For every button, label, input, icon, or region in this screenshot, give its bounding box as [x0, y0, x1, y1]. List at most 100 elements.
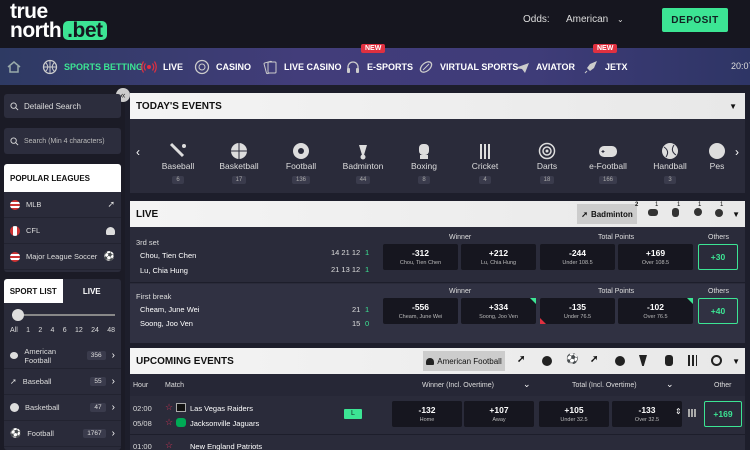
favorite-star-icon[interactable]: ☆ [165, 417, 173, 428]
odds-button[interactable]: +169 Over 108.5 [618, 244, 693, 270]
upcoming-sport-chip[interactable]: American Football [423, 351, 505, 371]
odds-button[interactable]: -135 Under 76.5 [540, 298, 615, 324]
slider-handle[interactable] [12, 309, 24, 321]
hockey-icon[interactable]: ➚ [590, 354, 598, 365]
live-stream-badge[interactable]: L [344, 409, 362, 419]
live-match-row[interactable]: First break Cheam, June Wei Soong, Joo V… [130, 284, 745, 343]
sport-tile[interactable]: e-Football 166 [578, 133, 638, 184]
darts-icon[interactable] [711, 355, 722, 366]
sport-tile[interactable]: Football 136 [271, 133, 331, 184]
sport-list-item[interactable]: American Football 356 › [4, 343, 121, 369]
hour-label[interactable]: 12 [75, 327, 83, 339]
sport-tile[interactable]: Darts 18 [517, 133, 577, 184]
pes-icon [702, 133, 732, 161]
hour-label[interactable]: 1 [26, 327, 30, 339]
sport-count: 1 [698, 202, 702, 208]
football-icon[interactable]: ⚽ [566, 354, 578, 365]
boxing-glove-icon[interactable] [665, 355, 673, 366]
nav-virtual-sports[interactable]: VIRTUAL SPORTS [418, 48, 518, 85]
chevron-down-icon[interactable]: ⌄ [523, 379, 531, 390]
league-item[interactable]: MLB ➚ [4, 192, 121, 218]
odds-button[interactable]: -312 Chou, Tien Chen [383, 244, 458, 270]
nav-jetx[interactable]: JETX NEW [583, 44, 628, 85]
nav-live-casino[interactable]: LIVE CASINO [262, 48, 342, 85]
carousel-prev-icon[interactable]: ‹ [136, 145, 140, 159]
deposit-button[interactable]: DEPOSIT [662, 8, 728, 32]
league-item[interactable]: CFL [4, 218, 121, 244]
cricket-icon[interactable] [688, 355, 697, 366]
odds-up-indicator [687, 298, 693, 304]
line-switch-icon[interactable]: ⇕ [675, 407, 682, 416]
baseball-bat-icon[interactable]: ➚ [517, 354, 525, 365]
odds-button[interactable]: +105 Under 32.5 [539, 401, 609, 427]
upcoming-match-row[interactable]: 02:00 05/08 ☆ ☆ Las Vegas Raiders Jackso… [130, 397, 745, 433]
search-input[interactable]: Search (Min 4 characters) [4, 128, 121, 154]
sport-tile[interactable]: Handball 3 [640, 133, 700, 184]
market-select[interactable]: Total (Incl. Overtime) [572, 382, 637, 389]
current-points: 1 [365, 265, 370, 274]
hour-label[interactable]: 2 [38, 327, 42, 339]
nav-label: VIRTUAL SPORTS [440, 61, 519, 72]
basketball-icon[interactable] [542, 356, 552, 366]
odds-button[interactable]: -102 Over 76.5 [618, 298, 693, 324]
hour-label[interactable]: 48 [107, 327, 115, 339]
nav-e-sports[interactable]: E-SPORTS NEW [345, 44, 413, 85]
hour-label[interactable]: 24 [91, 327, 99, 339]
league-item[interactable]: Major League Soccer ⚽ [4, 244, 121, 270]
odds-button[interactable]: +107 Away [464, 401, 534, 427]
odds-button[interactable]: -244 Under 108.5 [540, 244, 615, 270]
detailed-search-button[interactable]: Detailed Search [4, 94, 121, 118]
boxing-glove-icon[interactable] [672, 208, 679, 217]
sport-tile[interactable]: Badminton 44 [333, 133, 393, 184]
favorite-star-icon[interactable]: ☆ [165, 402, 173, 413]
odds-button[interactable]: -133 Over 32.5 [612, 401, 682, 427]
hour-label[interactable]: 4 [51, 327, 55, 339]
collapse-section-icon[interactable]: ▼ [729, 102, 737, 111]
live-sport-chip[interactable]: ➚ Badminton [577, 204, 637, 224]
sport-tile[interactable]: Baseball 6 [148, 133, 208, 184]
collapse-section-icon[interactable]: ▼ [732, 357, 740, 366]
tab-live[interactable]: LIVE [62, 279, 121, 303]
more-markets-button[interactable]: +169 [704, 401, 742, 427]
volleyball-icon[interactable] [715, 209, 723, 217]
sport-tile[interactable]: Basketball 17 [209, 133, 269, 184]
sport-list-item[interactable]: Basketball 47 › [4, 395, 121, 421]
sport-tile[interactable]: Boxing 8 [394, 133, 454, 184]
gamepad-icon[interactable] [648, 209, 658, 216]
table-tennis-icon[interactable] [694, 208, 702, 216]
sport-name: Handball [653, 161, 687, 171]
site-logo[interactable]: true north .bet [10, 1, 107, 41]
hour-label[interactable]: 6 [63, 327, 67, 339]
odds-button[interactable]: +334 Soong, Joo Ven [461, 298, 536, 324]
statistics-icon[interactable] [688, 409, 696, 417]
nav-live[interactable]: LIVE [141, 48, 183, 85]
upcoming-match-row[interactable]: 01:00 ☆ New England Patriots [130, 434, 745, 450]
hours-slider[interactable] [4, 303, 121, 327]
odds-button[interactable]: +212 Lu, Chia Hung [461, 244, 536, 270]
nav-sports-betting[interactable]: SPORTS BETTING [42, 48, 143, 85]
odds-button[interactable]: -132 Home [392, 401, 462, 427]
nav-casino[interactable]: CASINO [194, 48, 251, 85]
live-match-row[interactable]: 3rd set Chou, Tien Chen Lu, Chia Hung 14… [130, 227, 745, 283]
more-markets-button[interactable]: +40 [698, 298, 738, 324]
carousel-next-icon[interactable]: › [735, 145, 739, 159]
odds-value: -244 [568, 248, 586, 258]
odds-format-select[interactable]: American ⌄ [566, 14, 624, 25]
sport-list-item[interactable]: ➚ Baseball 55 › [4, 369, 121, 395]
nav-aviator[interactable]: AVIATOR [514, 48, 575, 85]
sport-list-item[interactable]: ⚽ Football 1767 › [4, 421, 121, 447]
chevron-down-icon[interactable]: ⌄ [666, 379, 674, 390]
sport-tile[interactable]: Pes [702, 133, 732, 171]
tab-sport-list[interactable]: SPORT LIST [4, 279, 63, 303]
more-markets-button[interactable]: +30 [698, 244, 738, 270]
sport-tile[interactable]: Cricket 4 [455, 133, 515, 184]
market-select[interactable]: Winner (Incl. Overtime) [422, 382, 494, 389]
odds-button[interactable]: -556 Cheam, June Wei [383, 298, 458, 324]
sport-list-panel: SPORT LIST LIVE All 1 2 4 6 12 24 48 Ame… [4, 279, 121, 450]
collapse-section-icon[interactable]: ▼ [732, 210, 740, 219]
hour-label[interactable]: All [10, 327, 18, 339]
shuttlecock-icon[interactable] [639, 355, 647, 366]
rugby-icon[interactable] [615, 356, 625, 366]
favorite-star-icon[interactable]: ☆ [165, 440, 173, 450]
home-icon[interactable] [6, 48, 22, 85]
